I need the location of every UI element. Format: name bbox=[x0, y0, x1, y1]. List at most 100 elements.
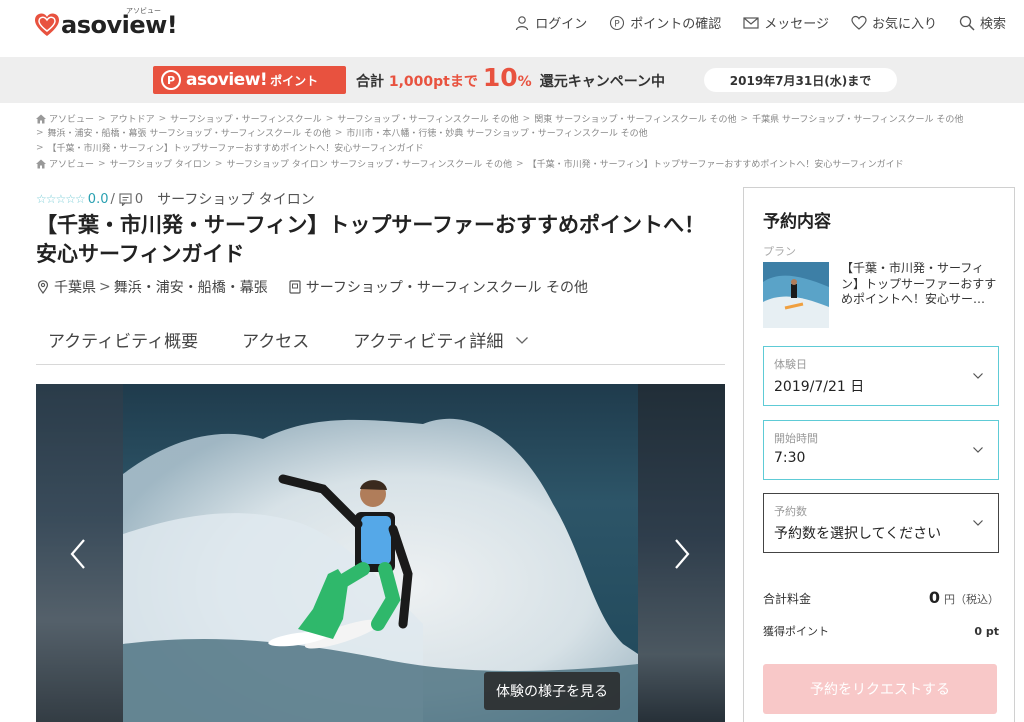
breadcrumb-item[interactable]: 舞浜・浦安・船橋・幕張 サーフショップ・サーフィンスクール その他 bbox=[48, 126, 331, 139]
activity-tabs: アクティビティ概要 アクセス アクティビティ詳細 bbox=[36, 315, 725, 365]
campaign-brand: asoview! bbox=[186, 70, 268, 90]
breadcrumb-item[interactable]: アウトドア bbox=[110, 112, 155, 125]
quantity-select[interactable]: 予約数 予約数を選択してください bbox=[763, 493, 999, 553]
breadcrumb: > 【千葉・市川発・サーフィン】トップサーファーおすすめポイントへ！安心サーフィ… bbox=[36, 142, 424, 155]
area-link[interactable]: 舞浜・浦安・船橋・幕張 bbox=[114, 277, 268, 297]
total-amount: 0 bbox=[928, 588, 940, 607]
shop-name-link[interactable]: サーフショップ タイロン bbox=[157, 189, 315, 209]
campaign-percent-sign: % bbox=[517, 74, 532, 90]
search-icon bbox=[959, 15, 975, 31]
campaign-date: 2019年7月31日(水)まで bbox=[704, 68, 897, 92]
reservation-panel: 予約内容 プラン 【千葉・市川発・サーフィン】トップサーファーおすすめポイントへ… bbox=[743, 187, 1015, 722]
rating-stars: ☆☆☆☆☆ bbox=[36, 192, 86, 206]
prev-photo-button[interactable] bbox=[64, 534, 94, 574]
breadcrumb-item[interactable]: サーフショップ・サーフィンスクール その他 bbox=[337, 112, 518, 125]
tab-label: アクセス bbox=[242, 332, 310, 352]
chevron-down-icon bbox=[516, 336, 529, 344]
quantity-value: 予約数を選択してください bbox=[774, 526, 942, 542]
breadcrumb-current: 【千葉・市川発・サーフィン】トップサーファーおすすめポイントへ！安心サーフィンガ… bbox=[527, 160, 904, 170]
campaign-banner[interactable]: P asoview! ポイント 合計 1,000ptまで 10 % 還元キャンペ… bbox=[0, 57, 1024, 103]
photo-gallery: 体験の様子を見る bbox=[36, 384, 725, 722]
tab-access[interactable]: アクセス bbox=[242, 327, 309, 352]
campaign-suffix: 還元キャンペーン中 bbox=[539, 74, 666, 90]
chevron-right-icon bbox=[675, 539, 690, 569]
start-time-select[interactable]: 開始時間 7:30 bbox=[763, 420, 999, 480]
breadcrumb: アソビュー > アウトドア > サーフショップ・サーフィンスクール > サーフショップ… bbox=[36, 112, 963, 125]
chevron-down-icon bbox=[973, 373, 983, 379]
breadcrumb-item[interactable]: 関東 サーフショップ・サーフィンスクール その他 bbox=[534, 112, 736, 125]
home-icon bbox=[36, 159, 46, 168]
map-pin-icon bbox=[37, 280, 49, 294]
rating-slash: / bbox=[110, 191, 115, 207]
date-select[interactable]: 体験日 2019/7/21 日 bbox=[763, 346, 999, 406]
points-earned-label: 獲得ポイント bbox=[763, 625, 829, 638]
point-icon: P bbox=[610, 15, 625, 30]
total-label: 合計料金 bbox=[763, 592, 812, 606]
review-count-value: 0 bbox=[134, 191, 144, 207]
plan-thumbnail bbox=[763, 262, 829, 328]
category-icon bbox=[289, 280, 301, 294]
tab-label: アクティビティ概要 bbox=[48, 332, 199, 352]
date-value: 2019/7/21 日 bbox=[774, 379, 865, 395]
breadcrumb-item[interactable]: アソビュー bbox=[49, 112, 94, 125]
points-row: 獲得ポイント 0 pt bbox=[763, 623, 999, 639]
tab-label: アクティビティ詳細 bbox=[353, 332, 504, 352]
review-count[interactable]: 0 bbox=[119, 192, 143, 207]
logo[interactable]: asoview! アソビュー bbox=[34, 7, 178, 38]
home-icon bbox=[36, 114, 46, 123]
quantity-label: 予約数 bbox=[774, 505, 807, 518]
breadcrumb-item[interactable]: サーフショップ タイロン サーフショップ・サーフィンスクール その他 bbox=[226, 157, 512, 170]
login-label: ログイン bbox=[535, 17, 588, 32]
search-label: 検索 bbox=[979, 17, 1006, 32]
next-photo-button[interactable] bbox=[666, 534, 696, 574]
breadcrumb-current: 【千葉・市川発・サーフィン】トップサーファーおすすめポイントへ！安心サーフィンガ… bbox=[47, 144, 424, 154]
message-label: メッセージ bbox=[764, 17, 829, 32]
request-reservation-button[interactable]: 予約をリクエストする bbox=[763, 664, 997, 714]
campaign-text: 合計 1,000ptまで 10 % 還元キャンペーン中 bbox=[356, 63, 666, 92]
review-icon bbox=[119, 192, 132, 206]
svg-text:P: P bbox=[614, 19, 620, 29]
logo-subtext: アソビュー bbox=[126, 7, 161, 15]
total-unit: 円（税込） bbox=[944, 593, 999, 606]
total-price-row: 合計料金 0 円（税込） bbox=[763, 588, 999, 607]
plan-label: プラン bbox=[763, 245, 796, 258]
breadcrumb: > 舞浜・浦安・船橋・幕張 サーフショップ・サーフィンスクール その他 > 市川市… bbox=[36, 126, 648, 140]
location-row: 千葉県 > 舞浜・浦安・船橋・幕張 サーフショップ・サーフィンスクール その他 bbox=[36, 277, 588, 297]
view-experience-button[interactable]: 体験の様子を見る bbox=[484, 672, 620, 710]
points-earned-value: 0 pt bbox=[974, 625, 999, 638]
plan-title[interactable]: 【千葉・市川発・サーフィン】トップサーファーおすすめポイントへ！安心サー… bbox=[841, 261, 1001, 308]
time-value: 7:30 bbox=[774, 450, 806, 466]
breadcrumb-item[interactable]: 千葉県 サーフショップ・サーフィンスクール その他 bbox=[752, 112, 963, 125]
category-link[interactable]: サーフショップ・サーフィンスクール その他 bbox=[288, 277, 588, 297]
chevron-left-icon bbox=[70, 539, 85, 569]
breadcrumb-item[interactable]: サーフショップ タイロン bbox=[110, 157, 211, 170]
heart-logo-icon bbox=[35, 13, 59, 36]
favorites-link[interactable]: お気に入り bbox=[851, 13, 937, 32]
campaign-percent-number: 10 bbox=[482, 63, 518, 92]
favorites-label: お気に入り bbox=[871, 17, 937, 32]
points-label: ポイントの確認 bbox=[630, 17, 722, 32]
breadcrumb: アソビュー > サーフショップ タイロン > サーフショップ タイロン サーフショッ… bbox=[36, 157, 904, 170]
breadcrumb-item[interactable]: サーフショップ・サーフィンスクール bbox=[170, 112, 322, 125]
user-icon bbox=[516, 15, 529, 30]
message-link[interactable]: メッセージ bbox=[743, 13, 829, 32]
points-link[interactable]: P ポイントの確認 bbox=[609, 13, 721, 32]
search-link[interactable]: 検索 bbox=[959, 13, 1006, 32]
heart-icon bbox=[851, 15, 867, 30]
tab-overview[interactable]: アクティビティ概要 bbox=[48, 327, 198, 352]
login-link[interactable]: ログイン bbox=[514, 13, 587, 32]
breadcrumb-item[interactable]: 市川市・本八幡・行徳・妙典 サーフショップ・サーフィンスクール その他 bbox=[346, 126, 647, 139]
prefecture-link[interactable]: 千葉県 bbox=[54, 277, 96, 297]
mail-icon bbox=[743, 16, 759, 29]
point-icon: P bbox=[161, 70, 181, 90]
reservation-heading: 予約内容 bbox=[763, 212, 831, 232]
breadcrumb-item[interactable]: アソビュー bbox=[49, 157, 94, 170]
site-header: asoview! アソビュー ログイン P ポイントの確認 メッセージ お気に入… bbox=[0, 0, 1024, 56]
page-title: 【千葉・市川発・サーフィン】トップサーファーおすすめポイントへ！安心サーフィンガ… bbox=[36, 213, 706, 266]
rating-row: ☆☆☆☆☆ 0.0 / 0 サーフショップ タイロン bbox=[36, 189, 315, 209]
campaign-badge: P asoview! ポイント bbox=[153, 66, 346, 94]
category-label: サーフショップ・サーフィンスクール その他 bbox=[305, 280, 588, 296]
campaign-badge-label: ポイント bbox=[270, 73, 319, 88]
tab-details[interactable]: アクティビティ詳細 bbox=[353, 327, 529, 352]
date-label: 体験日 bbox=[774, 358, 807, 371]
